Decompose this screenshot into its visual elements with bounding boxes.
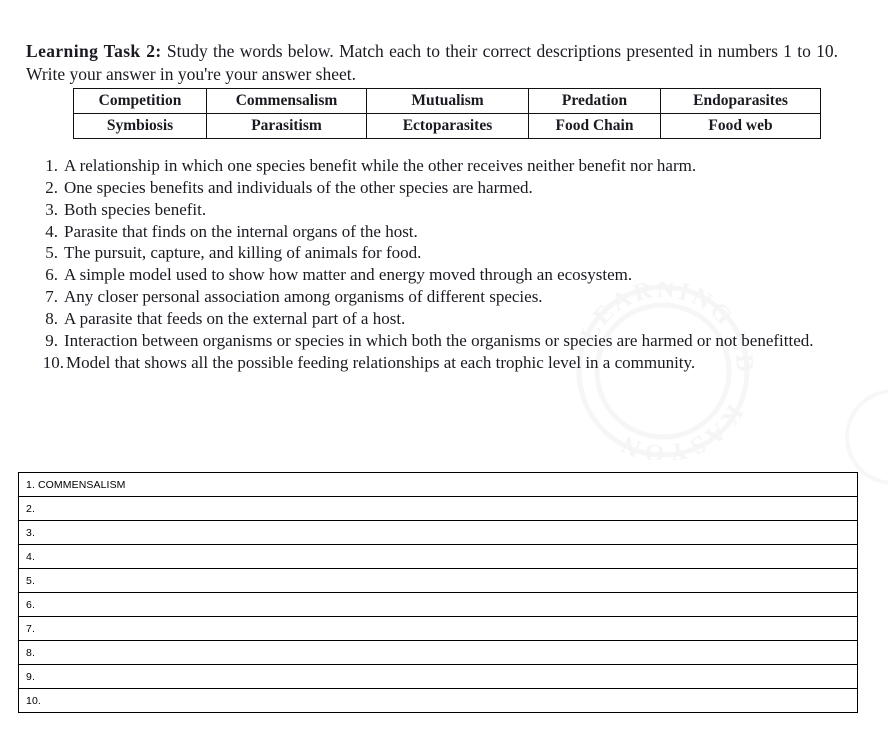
word-cell: Parasitism [206,113,367,139]
word-cell: Competition [73,88,207,114]
word-cell: Ectoparasites [366,113,529,139]
list-item: 10. Model that shows all the possible fe… [26,352,838,374]
list-item: 7. Any closer personal association among… [26,286,838,308]
answer-cell[interactable]: 10. [18,688,858,713]
answer-cell[interactable]: 1. COMMENSALISM [18,472,858,497]
list-item-number: 9. [45,330,58,350]
list-item-text: Both species benefit. [64,199,207,219]
table-row: 3. [18,520,858,545]
word-cell: Food Chain [528,113,661,139]
list-item-text: A relationship in which one species bene… [64,156,697,175]
list-item: 2. One species benefits and individuals … [26,177,838,199]
list-item-text: Interaction between organisms or species… [64,330,814,350]
list-item: 1. A relationship in which one species b… [26,155,838,177]
word-cell: Predation [528,88,661,114]
table-row: 1. COMMENSALISM [18,472,858,497]
list-item-text: One species benefits and individuals of … [64,177,533,197]
list-item-number: 3. [45,199,58,219]
list-item-number: 4. [45,221,58,241]
table-row: 5. [18,568,858,593]
list-item-text: The pursuit, capture, and killing of ani… [64,243,422,263]
list-item: 5. The pursuit, capture, and killing of … [26,242,838,264]
list-item: 9. Interaction between organisms or spec… [26,330,838,352]
word-cell: Symbiosis [73,113,207,139]
list-item-text: Model that shows all the possible feedin… [66,352,696,372]
table-row: 6. [18,592,858,617]
list-item: 3. Both species benefit. [26,199,838,221]
table-row: Competition Commensalism Mutualism Preda… [73,88,821,114]
answer-cell[interactable]: 2. [18,496,858,521]
answer-sheet-table: 1. COMMENSALISM 2. 3. 4. 5. 6. 7. 8. 9. … [18,472,858,713]
table-row: 7. [18,616,858,641]
answer-cell[interactable]: 3. [18,520,858,545]
word-cell: Commensalism [206,88,367,114]
list-item-number: 6. [45,265,58,285]
list-item-number: 5. [45,243,58,263]
list-item-number: 10. [42,352,64,372]
word-cell: Mutualism [366,88,529,114]
list-item-number: 2. [45,177,58,197]
svg-text:KASYON: KASYON [615,400,748,460]
word-cell: Food web [660,113,821,139]
table-row: 10. [18,688,858,713]
table-row: Symbiosis Parasitism Ectoparasites Food … [73,113,821,139]
list-item-number: 7. [45,287,58,307]
answer-cell[interactable]: 5. [18,568,858,593]
list-item-text: A simple model used to show how matter a… [64,265,633,285]
list-item: 8. A parasite that feeds on the external… [26,308,838,330]
instruction-label: Learning Task 2: [26,40,162,61]
list-item-number: 1. [45,156,58,175]
answer-cell[interactable]: 9. [18,664,858,689]
answer-cell[interactable]: 6. [18,592,858,617]
table-row: 8. [18,640,858,665]
list-item-text: Any closer personal association among or… [64,287,543,307]
table-row: 9. [18,664,858,689]
description-list: 1. A relationship in which one species b… [26,155,838,373]
answer-cell[interactable]: 7. [18,616,858,641]
word-cell: Endoparasites [660,88,821,114]
list-item-text: A parasite that feeds on the external pa… [64,308,406,328]
answer-cell[interactable]: 4. [18,544,858,569]
instruction-paragraph: Learning Task 2: Study the words below. … [26,40,838,86]
answer-cell[interactable]: 8. [18,640,858,665]
table-row: 2. [18,496,858,521]
word-bank-table: Competition Commensalism Mutualism Preda… [73,88,821,139]
list-item-text: Parasite that finds on the internal orga… [64,221,418,241]
list-item-number: 8. [45,308,58,328]
table-row: 4. [18,544,858,569]
list-item: 4. Parasite that finds on the internal o… [26,221,838,243]
list-item: 6. A simple model used to show how matte… [26,264,838,286]
